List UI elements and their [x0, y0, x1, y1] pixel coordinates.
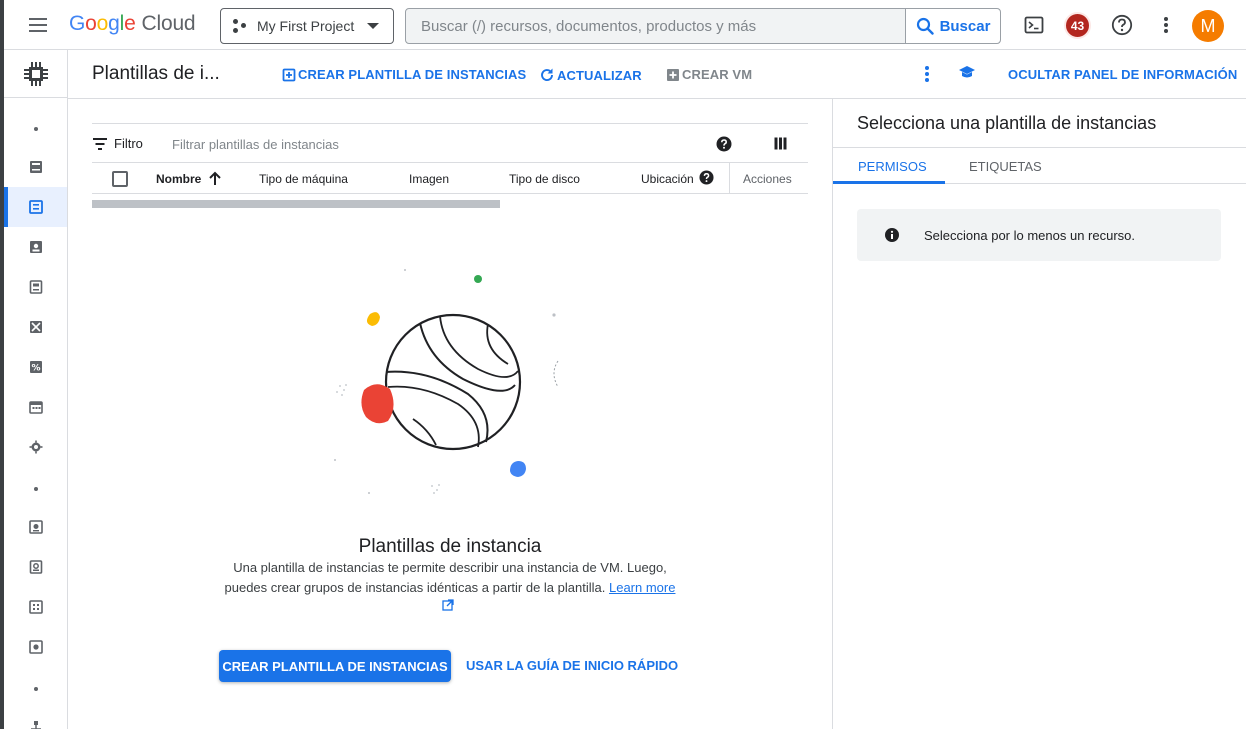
- filter-label: Filtro: [114, 136, 143, 151]
- column-display-icon[interactable]: [774, 137, 787, 150]
- add-box-icon: [282, 68, 296, 81]
- vm-instances-icon[interactable]: [4, 147, 67, 187]
- hide-info-panel-label: OCULTAR PANEL DE INFORMACIÓN: [1008, 67, 1238, 82]
- top-bar: GoogleCloud My First Project Buscar 43 M: [4, 0, 1246, 50]
- empty-state-description: Una plantilla de instancias te permite d…: [218, 558, 682, 598]
- section-dot: [34, 487, 38, 491]
- avatar[interactable]: M: [1192, 10, 1224, 42]
- cloud-shell-icon[interactable]: [1022, 13, 1046, 37]
- refresh-icon: [541, 68, 553, 81]
- filter-bar: Filtro: [92, 123, 808, 163]
- column-header-machine-type[interactable]: Tipo de máquina: [259, 172, 348, 186]
- logo-letter: g: [108, 12, 120, 35]
- column-header-disk-type[interactable]: Tipo de disco: [509, 172, 580, 186]
- select-all-checkbox[interactable]: [112, 171, 128, 187]
- project-picker[interactable]: My First Project: [220, 8, 394, 44]
- empty-state-description-text: Una plantilla de instancias te permite d…: [224, 560, 667, 595]
- section-dot: [34, 687, 38, 691]
- refresh-button[interactable]: ACTUALIZAR: [539, 67, 642, 83]
- actions-column: Acciones: [729, 163, 808, 193]
- help-icon[interactable]: [1110, 13, 1134, 37]
- more-actions-icon[interactable]: [924, 65, 932, 83]
- project-name: My First Project: [257, 18, 355, 34]
- filter-icon[interactable]: [92, 137, 108, 151]
- search-button[interactable]: Buscar: [905, 9, 1000, 43]
- main-menu-icon[interactable]: [26, 15, 50, 35]
- logo-letter: e: [124, 12, 136, 35]
- main-content: Filtro Nombre Tipo de máquina Imagen Tip…: [68, 99, 832, 729]
- disks-icon[interactable]: [4, 507, 67, 547]
- info-notice: Selecciona por lo menos un recurso.: [857, 209, 1221, 261]
- info-notice-text: Selecciona por lo menos un recurso.: [924, 228, 1136, 243]
- info-panel-title: Selecciona una plantilla de instancias: [857, 113, 1157, 133]
- learn-icon[interactable]: [958, 65, 978, 81]
- logo-letter: o: [96, 12, 109, 35]
- storage-pools-icon[interactable]: [4, 627, 67, 667]
- create-template-label: CREAR PLANTILLA DE INSTANCIAS: [298, 67, 527, 82]
- loading-bar: [92, 200, 500, 208]
- search-icon: [916, 17, 934, 35]
- info-icon: [885, 228, 899, 242]
- compute-engine-icon[interactable]: [4, 50, 67, 98]
- left-nav-rail: %: [4, 50, 68, 729]
- create-template-primary-button[interactable]: CREAR PLANTILLA DE INSTANCIAS: [219, 650, 451, 682]
- notifications-badge[interactable]: 43: [1064, 12, 1091, 39]
- instance-groups-icon[interactable]: [4, 707, 67, 729]
- committed-use-discounts-icon[interactable]: %: [4, 347, 67, 387]
- tab-permissions[interactable]: PERMISOS: [858, 159, 927, 174]
- refresh-label: ACTUALIZAR: [557, 67, 642, 83]
- tab-labels[interactable]: ETIQUETAS: [969, 159, 1042, 174]
- reservations-icon[interactable]: [4, 387, 67, 427]
- machine-images-icon[interactable]: [4, 267, 67, 307]
- active-tab-indicator: [833, 181, 945, 184]
- page-title: Plantillas de i...: [92, 63, 220, 84]
- search-button-label: Buscar: [939, 17, 991, 35]
- search-input[interactable]: [407, 10, 905, 42]
- chevron-down-icon: [367, 23, 379, 29]
- sole-tenant-nodes-icon[interactable]: [4, 227, 67, 267]
- snapshots-icon[interactable]: [4, 547, 67, 587]
- create-template-button[interactable]: CREAR PLANTILLA DE INSTANCIAS: [282, 67, 526, 82]
- help-circle-icon[interactable]: [716, 136, 732, 152]
- learn-more-link[interactable]: Learn more: [609, 580, 675, 595]
- page-header: Plantillas de i... CREAR PLANTILLA DE IN…: [68, 50, 1246, 99]
- images-icon[interactable]: [4, 587, 67, 627]
- quickstart-guide-button[interactable]: USAR LA GUÍA DE INICIO RÁPIDO: [466, 658, 678, 673]
- filter-input[interactable]: [172, 132, 652, 156]
- more-options-icon[interactable]: [1154, 13, 1178, 37]
- column-header-name[interactable]: Nombre: [156, 172, 201, 186]
- empty-state-illustration: [334, 269, 559, 494]
- tpus-icon[interactable]: [4, 307, 67, 347]
- table-header: Nombre Tipo de máquina Imagen Tipo de di…: [92, 163, 808, 194]
- hide-info-panel-button[interactable]: OCULTAR PANEL DE INFORMACIÓN: [1008, 67, 1237, 82]
- search-box: Buscar: [405, 8, 1001, 44]
- logo-cloud-text: Cloud: [141, 12, 196, 35]
- column-header-image[interactable]: Imagen: [409, 172, 449, 186]
- column-header-location[interactable]: Ubicación: [641, 172, 694, 186]
- sort-ascending-icon[interactable]: [208, 170, 222, 186]
- svg-text:%: %: [31, 364, 40, 374]
- project-icon: [233, 19, 247, 33]
- add-box-icon: [667, 68, 679, 81]
- empty-state-title: Plantillas de instancia: [358, 536, 542, 557]
- column-header-actions: Acciones: [743, 172, 792, 186]
- logo-letter: G: [69, 12, 86, 35]
- create-vm-label: CREAR VM: [682, 67, 753, 82]
- info-panel-tabs: PERMISOS ETIQUETAS: [833, 147, 1246, 184]
- migrate-icon[interactable]: [4, 427, 67, 467]
- section-dot: [34, 127, 38, 131]
- logo-letter: o: [85, 12, 97, 35]
- help-circle-icon[interactable]: [699, 170, 714, 185]
- open-in-new-icon[interactable]: [442, 599, 454, 611]
- google-cloud-logo[interactable]: Google Cloud: [69, 12, 196, 36]
- info-panel: Selecciona una plantilla de instancias P…: [832, 99, 1246, 729]
- create-vm-button[interactable]: CREAR VM: [666, 67, 752, 82]
- instance-templates-icon[interactable]: [4, 187, 67, 227]
